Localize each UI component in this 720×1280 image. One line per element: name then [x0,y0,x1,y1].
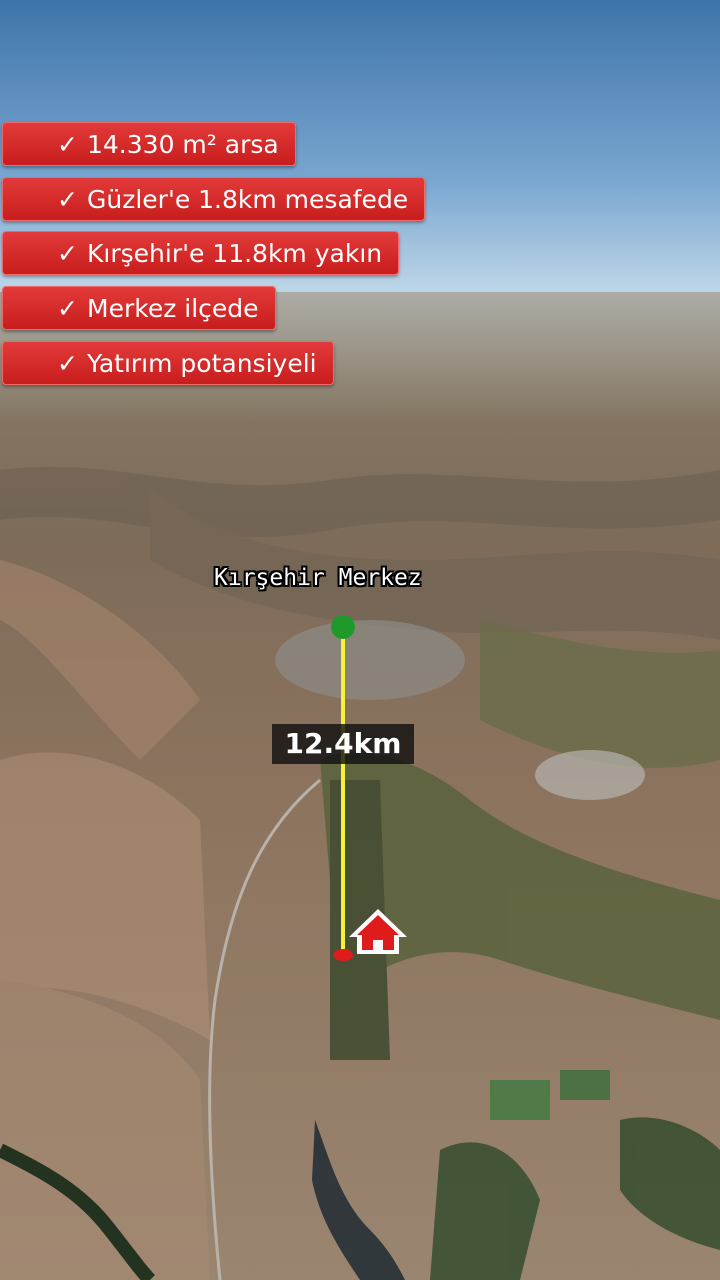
city-label: Kırşehir Merkez [214,565,422,591]
feature-badge-area: ✓ 14.330 m² arsa [2,122,296,166]
green-dot-icon [331,615,355,639]
check-icon: ✓ [57,294,78,323]
feature-text: Yatırım potansiyeli [87,349,317,378]
check-icon: ✓ [57,130,78,159]
feature-badge-investment: ✓ Yatırım potansiyeli [2,341,334,385]
feature-text: 14.330 m² arsa [87,130,279,159]
check-icon: ✓ [57,239,78,268]
feature-text: Kırşehir'e 11.8km yakın [87,239,383,268]
feature-badge-distance-guzler: ✓ Güzler'e 1.8km mesafede [2,177,426,221]
end-marker-icon [333,949,353,961]
feature-text: Güzler'e 1.8km mesafede [87,185,409,214]
feature-badge-distance-kirsehir: ✓ Kırşehir'e 11.8km yakın [2,231,400,275]
feature-text: Merkez ilçede [87,294,259,323]
feature-badge-district: ✓ Merkez ilçede [2,286,276,330]
check-icon: ✓ [57,349,78,378]
check-icon: ✓ [57,185,78,214]
distance-label: 12.4km [272,724,414,764]
